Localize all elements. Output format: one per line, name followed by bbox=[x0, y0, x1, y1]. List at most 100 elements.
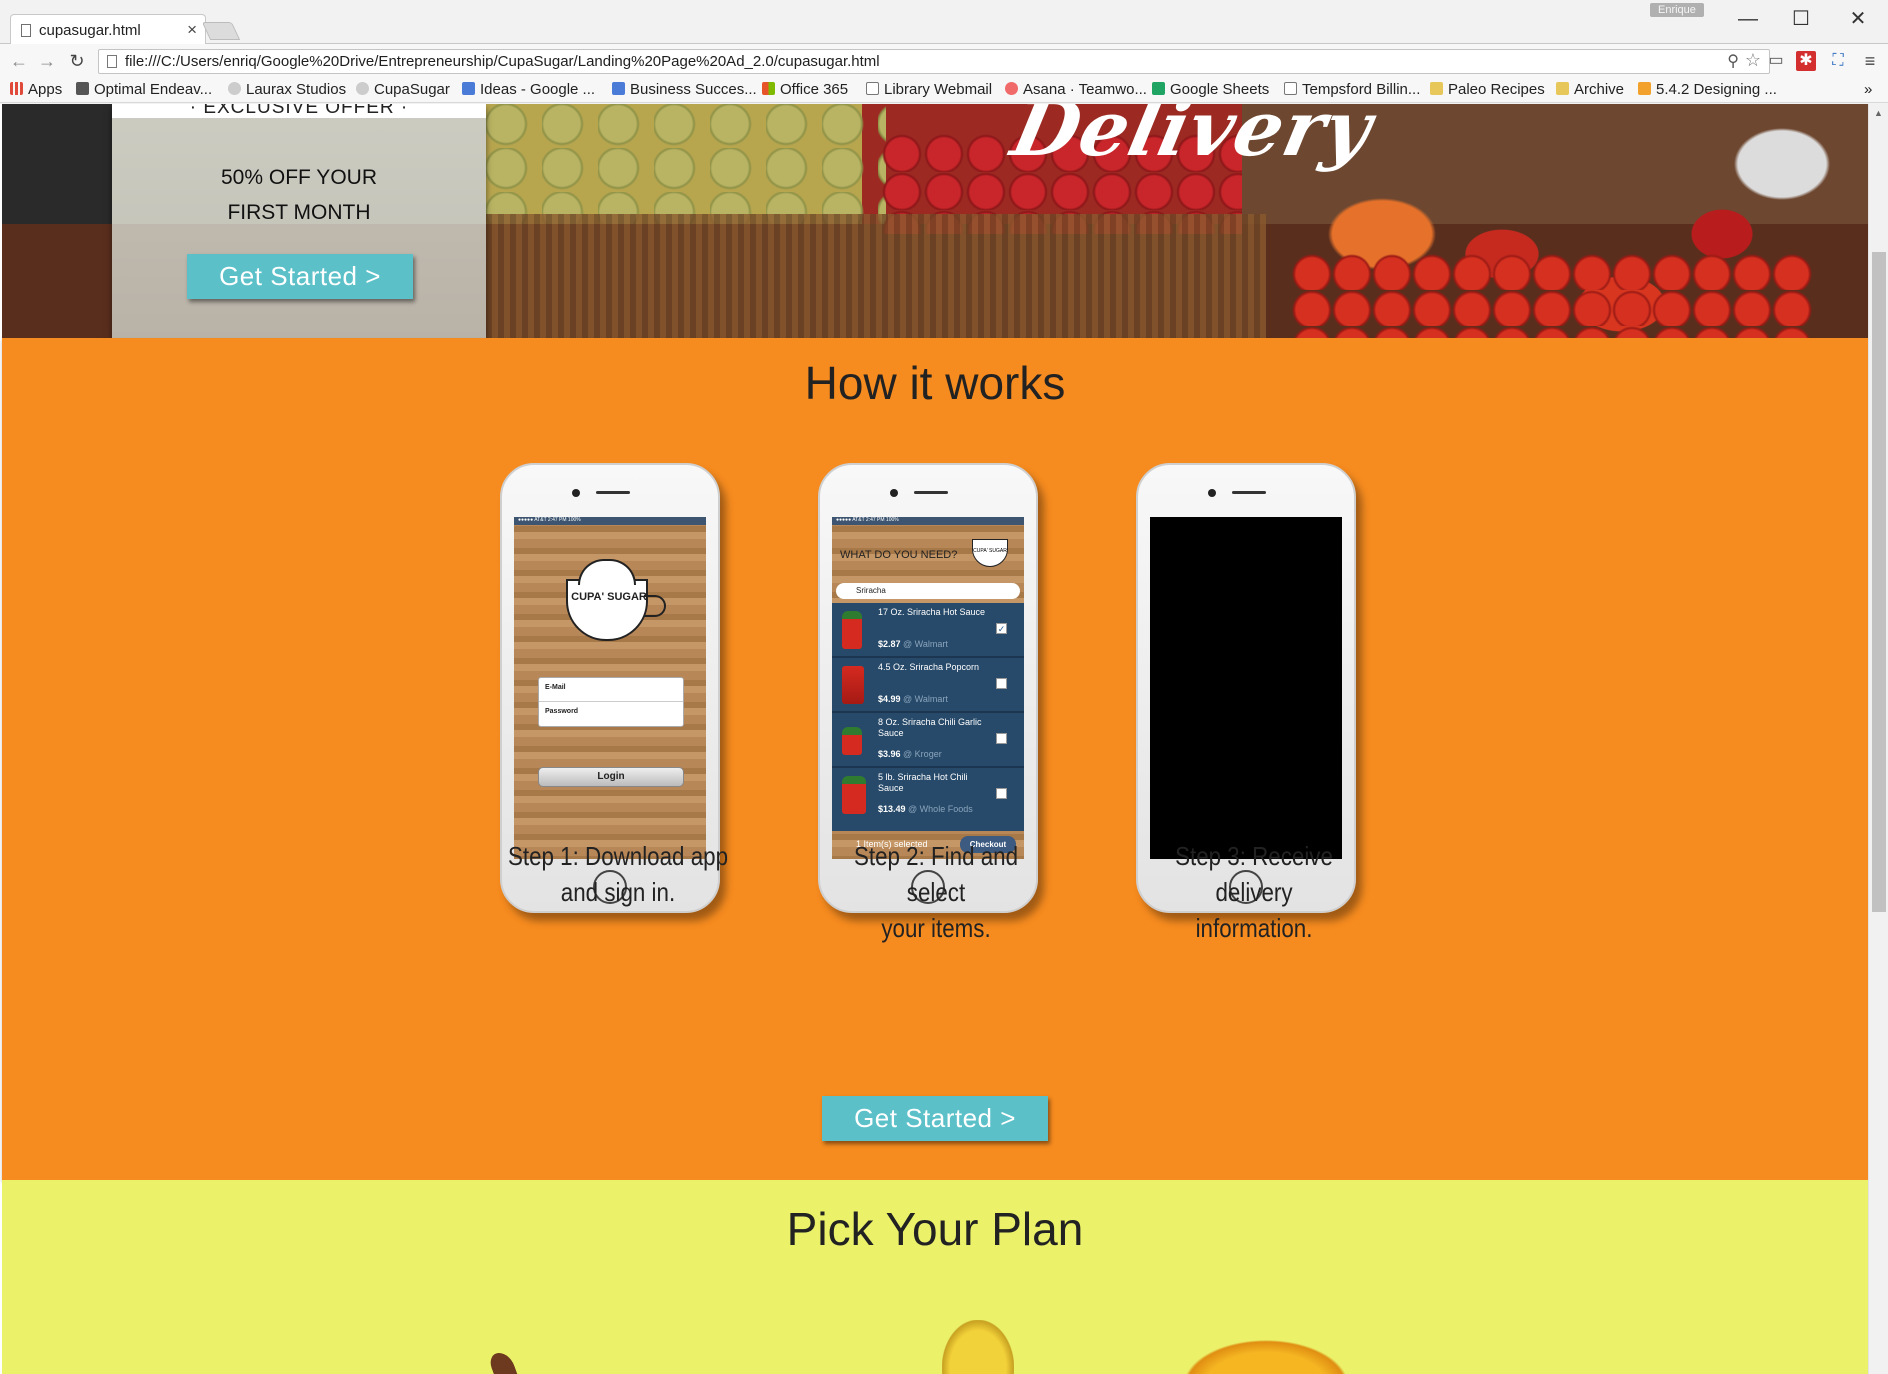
offer-line-1: 50% OFF YOUR bbox=[221, 166, 377, 189]
asana-icon bbox=[1005, 82, 1018, 95]
product-name: 4.5 Oz. Sriracha Popcorn bbox=[878, 662, 980, 672]
tab-close-icon[interactable]: × bbox=[187, 20, 197, 40]
product-list: 17 Oz. Sriracha Hot Sauce $2.87 @ Walmar… bbox=[832, 603, 1024, 831]
tab-title: cupasugar.html bbox=[39, 22, 141, 39]
how-it-works-section: How it works ●●●●● AT&T 2:47 PM 100% CUP… bbox=[2, 338, 1868, 1180]
offer-header: · EXCLUSIVE OFFER · bbox=[112, 104, 486, 118]
bookmark-item[interactable]: Ideas - Google ... bbox=[462, 81, 595, 98]
bookmark-item[interactable]: Tempsford Billin... bbox=[1284, 81, 1420, 98]
bookmark-star-icon[interactable]: ☆ bbox=[1745, 50, 1761, 71]
maximize-button[interactable]: ☐ bbox=[1781, 4, 1821, 34]
step-2-caption: Step 2: Find and select your items. bbox=[824, 838, 1048, 946]
product-price: $3.96 @ Kroger bbox=[878, 749, 942, 759]
menu-icon[interactable]: ≡ bbox=[1860, 51, 1880, 71]
apps-grid-icon bbox=[10, 82, 23, 95]
bookmark-item[interactable]: Business Succes... bbox=[612, 81, 757, 98]
step-caption-line: information. bbox=[1195, 913, 1313, 943]
bookmark-item[interactable]: Optimal Endeav... bbox=[76, 81, 212, 98]
page-scrollbar[interactable]: ▲ bbox=[1868, 104, 1888, 1374]
page-icon bbox=[1284, 82, 1297, 95]
bookmark-item[interactable]: Google Sheets bbox=[1152, 81, 1269, 98]
hero-tomatoes bbox=[1292, 254, 1812, 338]
get-started-button[interactable]: Get Started > bbox=[822, 1096, 1048, 1141]
folder-icon bbox=[1556, 82, 1569, 95]
scroll-up-arrow-icon[interactable]: ▲ bbox=[1874, 108, 1883, 118]
bookmarks-overflow-button[interactable]: » bbox=[1864, 81, 1872, 98]
back-button[interactable]: ← bbox=[8, 50, 30, 72]
step-1-caption: Step 1: Download app and sign in. bbox=[506, 838, 730, 910]
phone-screen: ●●●●● AT&T 2:47 PM 100% WHAT DO YOU NEED… bbox=[832, 517, 1024, 859]
forward-button[interactable]: → bbox=[36, 50, 58, 72]
pencil-icon bbox=[1638, 82, 1651, 95]
step-3-caption: Step 3: Receive delivery information. bbox=[1142, 838, 1366, 946]
login-form: E-Mail Password bbox=[538, 677, 684, 727]
browser-toolbar: ← → ↻ file:///C:/Users/enriq/Google%20Dr… bbox=[0, 44, 1888, 78]
hero-delivery-text: Delivery bbox=[1004, 104, 1381, 173]
reload-button[interactable]: ↻ bbox=[66, 50, 88, 72]
tab-strip: cupasugar.html × Enrique — ☐ ✕ bbox=[0, 0, 1888, 45]
squash-image bbox=[1180, 1338, 1352, 1374]
price-value: $2.87 bbox=[878, 639, 901, 649]
address-bar[interactable]: file:///C:/Users/enriq/Google%20Drive/En… bbox=[98, 49, 1770, 74]
phone-speaker bbox=[1232, 491, 1266, 494]
bookmark-favicon-icon bbox=[356, 82, 369, 95]
phone-screen-blank bbox=[1150, 517, 1342, 859]
page-icon bbox=[866, 82, 879, 95]
zoom-icon[interactable]: ⚲ bbox=[1727, 51, 1739, 71]
url-text[interactable]: file:///C:/Users/enriq/Google%20Drive/En… bbox=[125, 53, 880, 70]
bookmark-item[interactable]: Asana · Teamwo... bbox=[1005, 81, 1147, 98]
price-value: $3.96 bbox=[878, 749, 901, 759]
pick-your-plan-section: Pick Your Plan bbox=[2, 1180, 1868, 1374]
google-docs-icon bbox=[462, 82, 475, 95]
close-window-button[interactable]: ✕ bbox=[1838, 4, 1878, 34]
phone-speaker bbox=[596, 491, 630, 494]
cupasugar-logo-icon: CUPA' SUGAR bbox=[972, 539, 1008, 567]
login-button: Login bbox=[538, 767, 684, 787]
logo-text: CUPA' SUGAR bbox=[571, 591, 647, 603]
bookmark-item[interactable]: Office 365 bbox=[762, 81, 848, 98]
product-item: 4.5 Oz. Sriracha Popcorn $4.99 @ Walmart bbox=[832, 658, 1024, 713]
bookmark-item[interactable]: Laurax Studios bbox=[228, 81, 346, 98]
offer-card: · EXCLUSIVE OFFER · 50% OFF YOUR FIRST M… bbox=[112, 104, 486, 338]
office-icon bbox=[762, 82, 775, 95]
fig-image bbox=[487, 1349, 519, 1374]
sauce-jar-icon bbox=[842, 727, 862, 755]
bookmark-item[interactable]: CupaSugar bbox=[356, 81, 450, 98]
price-value: $13.49 bbox=[878, 804, 906, 814]
cast-icon[interactable]: ▭ bbox=[1766, 51, 1786, 71]
section-title: How it works bbox=[804, 357, 1066, 409]
browser-tab[interactable]: cupasugar.html × bbox=[10, 14, 206, 45]
google-docs-icon bbox=[612, 82, 625, 95]
phone-camera bbox=[572, 489, 580, 497]
hero-get-started-button[interactable]: Get Started > bbox=[187, 254, 413, 299]
sriracha-jug-icon bbox=[842, 776, 866, 814]
section-title: Pick Your Plan bbox=[786, 1203, 1084, 1255]
product-price: $2.87 @ Walmart bbox=[878, 639, 948, 649]
bookmark-folder[interactable]: Archive bbox=[1556, 81, 1624, 98]
sriracha-bottle-icon bbox=[842, 611, 862, 649]
screen-capture-icon[interactable]: ⛶ bbox=[1828, 51, 1848, 71]
scrollbar-thumb[interactable] bbox=[1872, 252, 1886, 912]
app-header: WHAT DO YOU NEED? CUPA' SUGAR bbox=[832, 525, 1024, 579]
banana-image bbox=[942, 1320, 1014, 1374]
step-caption-line: and sign in. bbox=[560, 877, 676, 907]
minimize-button[interactable]: — bbox=[1728, 4, 1768, 34]
store-name: @ Walmart bbox=[903, 694, 948, 704]
offer-line-2: FIRST MONTH bbox=[227, 201, 371, 224]
phone-screen: ●●●●● AT&T 2:47 PM 100% CUPA' SUGAR E-Ma… bbox=[514, 517, 706, 859]
email-field: E-Mail bbox=[539, 678, 683, 702]
bookmark-apps[interactable]: Apps bbox=[10, 81, 62, 98]
bookmark-item[interactable]: 5.4.2 Designing ... bbox=[1638, 81, 1777, 98]
price-value: $4.99 bbox=[878, 694, 901, 704]
profile-badge[interactable]: Enrique bbox=[1650, 3, 1704, 17]
product-price: $13.49 @ Whole Foods bbox=[878, 804, 973, 814]
new-tab-button[interactable] bbox=[201, 22, 241, 40]
extension-icon[interactable]: ✱ bbox=[1796, 51, 1816, 71]
cupasugar-logo-icon: CUPA' SUGAR bbox=[566, 559, 666, 641]
folder-icon bbox=[1430, 82, 1443, 95]
step-caption-line: your items. bbox=[881, 913, 991, 943]
bookmark-item[interactable]: Library Webmail bbox=[866, 81, 992, 98]
google-sheets-icon bbox=[1152, 82, 1165, 95]
bookmark-folder[interactable]: Paleo Recipes bbox=[1430, 81, 1545, 98]
page-viewport: Delivery · EXCLUSIVE OFFER · 50% OFF YOU… bbox=[0, 104, 1868, 1374]
